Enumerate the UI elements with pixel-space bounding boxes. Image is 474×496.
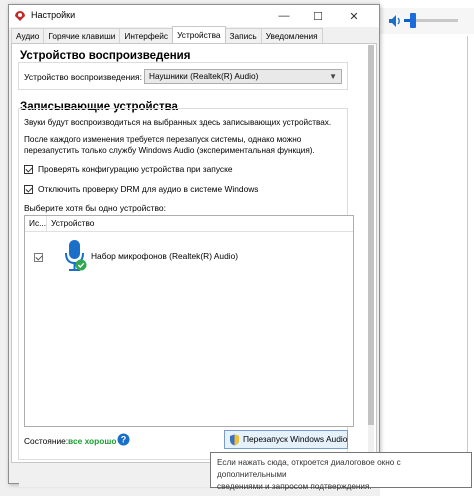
speaker-icon[interactable]	[388, 14, 402, 28]
restart-note-line2: перезапустить только службу Windows Audi…	[24, 146, 315, 155]
volume-slider-thumb[interactable]	[410, 13, 416, 28]
window-title: Настройки	[31, 10, 76, 20]
svg-text:?: ?	[121, 435, 127, 445]
tab-devices[interactable]: Устройства	[172, 26, 226, 43]
recording-description: Звуки будут воспроизводиться на выбранны…	[24, 118, 332, 127]
recording-device-list[interactable]: Ис... Устройство Набор микрофонов (Realt…	[24, 215, 354, 427]
chevron-down-icon: ▼	[329, 72, 337, 81]
check-config-label[interactable]: Проверять конфигурацию устройства при за…	[38, 164, 233, 174]
restart-button-label: Перезапуск Windows Audio	[243, 434, 348, 444]
close-button[interactable]: ✕	[339, 5, 369, 27]
playback-device-label: Устройство воспроизведения:	[24, 72, 142, 82]
playback-device-value: Наушники (Realtek(R) Audio)	[149, 71, 259, 81]
tab-notifications[interactable]: Уведомления	[260, 28, 323, 43]
choose-device-label: Выберите хотя бы одно устройство:	[24, 203, 166, 213]
dialog-button-bar	[19, 465, 219, 487]
restart-windows-audio-button[interactable]: Перезапуск Windows Audio	[224, 430, 348, 449]
tab-interface[interactable]: Интерфейс	[119, 28, 174, 43]
device-row-checkbox[interactable]	[34, 253, 43, 262]
background-divider	[467, 36, 468, 466]
minimize-button[interactable]: —	[269, 5, 299, 27]
status-value: все хорошо	[68, 436, 117, 446]
check-config-checkbox[interactable]	[24, 165, 33, 174]
device-name: Набор микрофонов (Realtek(R) Audio)	[91, 251, 239, 261]
tab-audio[interactable]: Аудио	[11, 28, 45, 43]
tooltip-line2: сведениями и запросом подтверждения.	[217, 482, 372, 491]
playback-section-title: Устройство воспроизведения	[20, 50, 191, 62]
maximize-button[interactable]: ☐	[303, 5, 333, 27]
tab-recording[interactable]: Запись	[224, 28, 262, 43]
tab-bar: Аудио Горячие клавиши Интерфейс Устройст…	[11, 26, 323, 43]
playback-device-select[interactable]: Наушники (Realtek(R) Audio) ▼	[144, 69, 342, 84]
devices-tab-panel: Устройство воспроизведения Устройство во…	[11, 43, 377, 463]
background-app-area	[380, 0, 474, 496]
tab-hotkeys[interactable]: Горячие клавиши	[43, 28, 121, 43]
disable-drm-label[interactable]: Отключить проверку DRM для аудио в систе…	[38, 184, 258, 194]
settings-window: Настройки — ☐ ✕ Аудио Горячие клавиши Ин…	[8, 4, 380, 487]
app-logo-icon	[15, 11, 25, 21]
tooltip-line1: Если нажать сюда, откроется диалоговое о…	[217, 458, 401, 479]
shield-icon	[230, 434, 239, 446]
column-header-device[interactable]: Устройство	[47, 216, 353, 232]
column-header-enabled[interactable]: Ис...	[25, 216, 47, 232]
status-label: Состояние:	[24, 436, 69, 446]
restart-tooltip: Если нажать сюда, откроется диалоговое о…	[210, 452, 472, 491]
microphone-icon	[65, 240, 87, 271]
help-icon[interactable]: ?	[117, 433, 130, 446]
scrollbar-thumb[interactable]	[368, 45, 374, 425]
title-bar[interactable]: Настройки — ☐ ✕	[9, 5, 379, 27]
disable-drm-checkbox[interactable]	[24, 185, 33, 194]
